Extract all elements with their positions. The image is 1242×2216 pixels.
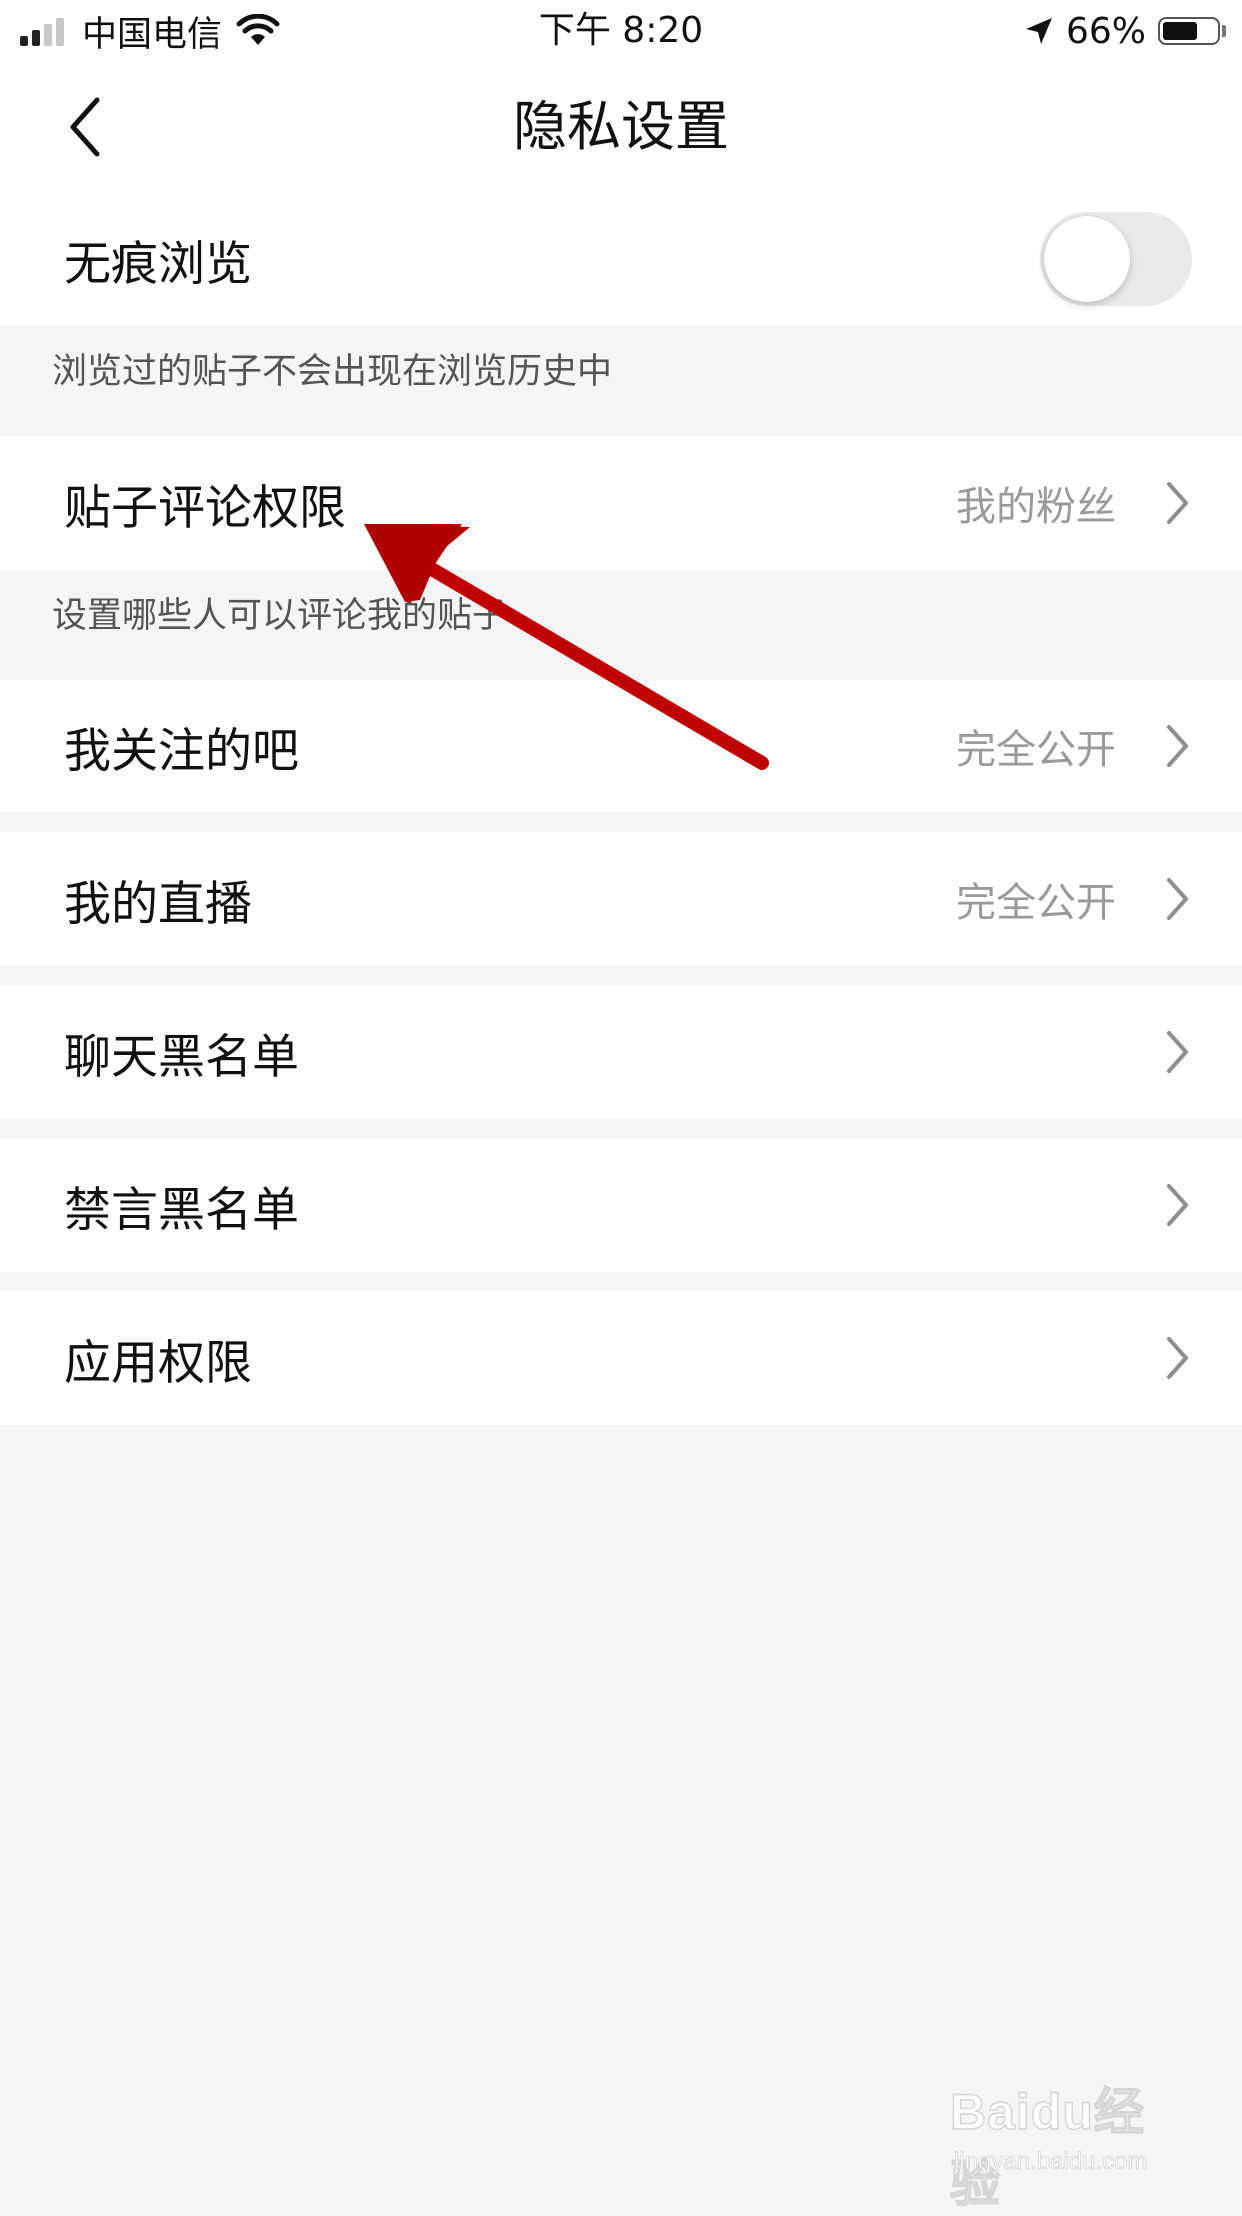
baidu-watermark: Baidu经验 jingyan.baidu.com xyxy=(949,2072,1190,2213)
incognito-label: 无痕浏览 xyxy=(64,236,252,292)
chevron-right-icon xyxy=(1167,725,1188,767)
incognito-toggle[interactable] xyxy=(1040,212,1192,306)
chevron-right-icon xyxy=(1167,878,1188,920)
chevron-right-icon xyxy=(1167,1031,1188,1073)
chat-blacklist-row[interactable]: 聊天黑名单 xyxy=(0,985,1242,1119)
status-bar: 中国电信 下午 8:20 66% xyxy=(0,0,1242,62)
followed-bars-label: 我关注的吧 xyxy=(64,723,299,779)
chevron-left-icon xyxy=(70,97,100,157)
mute-blacklist-row[interactable]: 禁言黑名单 xyxy=(0,1138,1242,1272)
page-title: 隐私设置 xyxy=(513,95,729,158)
location-arrow-icon xyxy=(1025,18,1052,44)
back-button[interactable] xyxy=(40,82,130,172)
app-permissions-row[interactable]: 应用权限 xyxy=(0,1291,1242,1425)
post-comment-permission-value: 我的粉丝 xyxy=(956,484,1116,530)
status-right: 66% xyxy=(1024,8,1226,54)
nav-bar: 隐私设置 xyxy=(0,62,1242,192)
my-live-label: 我的直播 xyxy=(64,876,252,932)
watermark-brand: Baidu经验 xyxy=(949,2083,1145,2213)
my-live-value: 完全公开 xyxy=(956,880,1116,926)
battery-percent: 66% xyxy=(1065,10,1146,52)
my-live-row[interactable]: 我的直播 完全公开 xyxy=(0,832,1242,966)
chat-blacklist-label: 聊天黑名单 xyxy=(64,1029,299,1085)
mute-blacklist-label: 禁言黑名单 xyxy=(64,1182,299,1238)
post-comment-permission-row[interactable]: 贴子评论权限 我的粉丝 xyxy=(0,436,1242,570)
followed-bars-value: 完全公开 xyxy=(956,727,1116,773)
watermark-url: jingyan.baidu.com xyxy=(954,2148,1148,2176)
post-comment-permission-note: 设置哪些人可以评论我的贴子 xyxy=(52,596,508,636)
battery-tip xyxy=(1222,25,1226,37)
post-comment-permission-label: 贴子评论权限 xyxy=(64,480,346,536)
battery-icon xyxy=(1158,17,1220,45)
chevron-right-icon xyxy=(1167,482,1188,524)
app-permissions-label: 应用权限 xyxy=(64,1335,252,1391)
toggle-knob xyxy=(1044,216,1130,302)
chevron-right-icon xyxy=(1167,1184,1188,1226)
battery-level xyxy=(1163,22,1198,40)
incognito-note: 浏览过的贴子不会出现在浏览历史中 xyxy=(52,352,613,392)
followed-bars-row[interactable]: 我关注的吧 完全公开 xyxy=(0,680,1242,812)
chevron-right-icon xyxy=(1167,1337,1188,1379)
incognito-row: 无痕浏览 xyxy=(0,192,1242,326)
